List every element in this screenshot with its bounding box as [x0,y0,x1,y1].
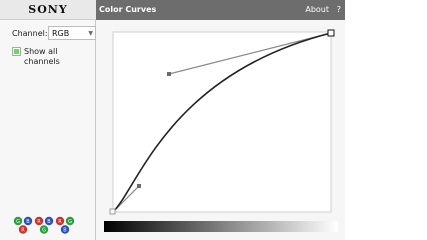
luminance-gradient-bar [104,221,338,232]
endpoint-black[interactable] [109,208,116,215]
curve-editor[interactable] [0,0,345,240]
control-handle-high[interactable] [167,72,171,76]
curve-plot-box [112,31,332,213]
endpoint-white[interactable] [327,29,335,37]
color-curves-window: SONY Color Curves About ? Channel: RGB ▼… [0,0,345,240]
control-handle-low[interactable] [137,184,141,188]
